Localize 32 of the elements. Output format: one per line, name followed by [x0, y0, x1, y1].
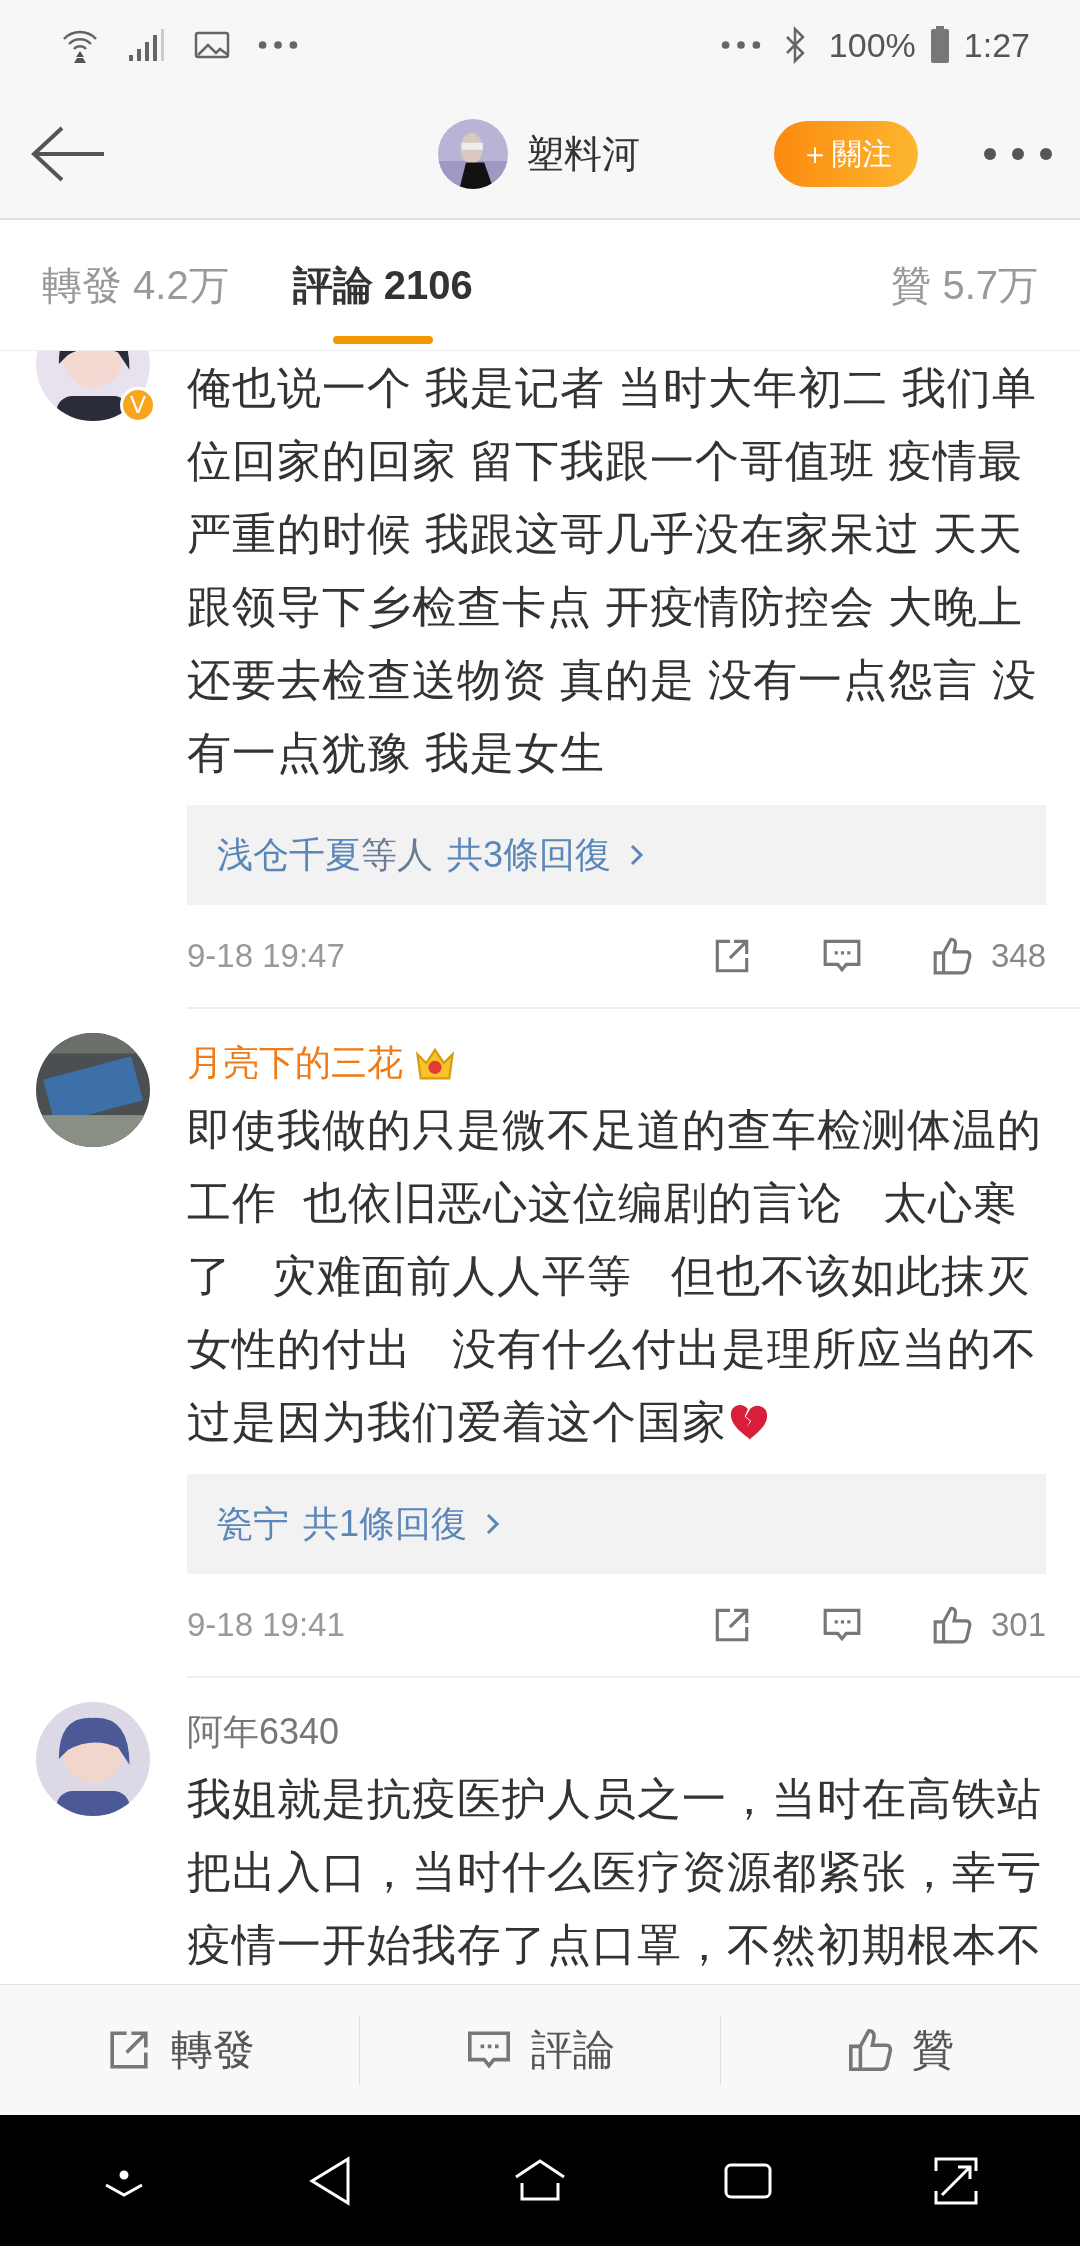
reply-count-link[interactable]: 共1條回復	[303, 1499, 468, 1549]
like-button[interactable]: 贊	[720, 1985, 1080, 2115]
like-count: 348	[990, 937, 1046, 975]
username[interactable]: 月亮下的三花	[187, 1038, 403, 1088]
back-arrow-icon[interactable]	[30, 124, 106, 184]
like-count: 301	[990, 1606, 1046, 1644]
verified-badge: V	[120, 387, 156, 423]
replies-box[interactable]: 浅仓千夏等人 共3條回復	[187, 805, 1046, 905]
reply-author-link[interactable]: 浅仓千夏	[217, 830, 361, 880]
replies-box[interactable]: 瓷宁 共1條回復	[187, 1474, 1046, 1574]
more-notifications-icon	[258, 39, 298, 51]
thumbs-up-icon[interactable]	[846, 2026, 895, 2074]
comment-text: 即使我做的只是微不足道的查车检测体温的工作 也依旧恶心这位编剧的言论 太心寒了 灾难面前人人平等 但也不该如此抹灭女性的付出 没有什么付出是理所应当的不过是因为我们爱着这个国家	[187, 1105, 1042, 1446]
tab[interactable]: 評論 2106	[292, 220, 473, 350]
repost-button[interactable]: 轉發	[0, 1985, 360, 2115]
reply-count-link[interactable]: 共3條回復	[447, 830, 612, 880]
follow-button[interactable]: ＋關注	[774, 121, 918, 187]
comment-button[interactable]: 評論	[360, 1985, 720, 2115]
comment-text: 俺也说一个 我是记者 当时大年初二 我们单位回家的回家 留下我跟一个哥值班 疫情最严重的时候 我跟这哥几乎没在家呆过 天天跟领导下乡检查卡点 开疫情防控会 大晚上还要去检查送物资 真的是 没有一点怨言 没有一点犹豫 我是女生	[187, 363, 1037, 777]
comment-text: 我姐就是抗疫医护人员之一，当时在高铁站把出入口，当时什么医疗资源都紧张，幸亏疫情一开始我存了点口罩，不然初期根本不	[187, 1774, 1042, 1969]
comment-date: 9-18 19:41	[187, 1606, 345, 1644]
battery-percent: 100%	[828, 25, 916, 65]
username[interactable]: 阿年6340	[187, 1707, 340, 1757]
tab[interactable]: 贊 5.7万	[891, 220, 1038, 350]
tab[interactable]: 轉發 4.2万	[42, 220, 229, 350]
comment-date: 9-18 19:47	[187, 937, 345, 975]
battery-icon	[929, 25, 950, 65]
more-notifications-icon	[720, 39, 761, 51]
clock: 1:27	[963, 25, 1030, 65]
page-title: 塑料河	[526, 131, 640, 177]
reply-author-link[interactable]: 瓷宁	[217, 1499, 289, 1549]
replies-label: 等人	[361, 832, 433, 877]
